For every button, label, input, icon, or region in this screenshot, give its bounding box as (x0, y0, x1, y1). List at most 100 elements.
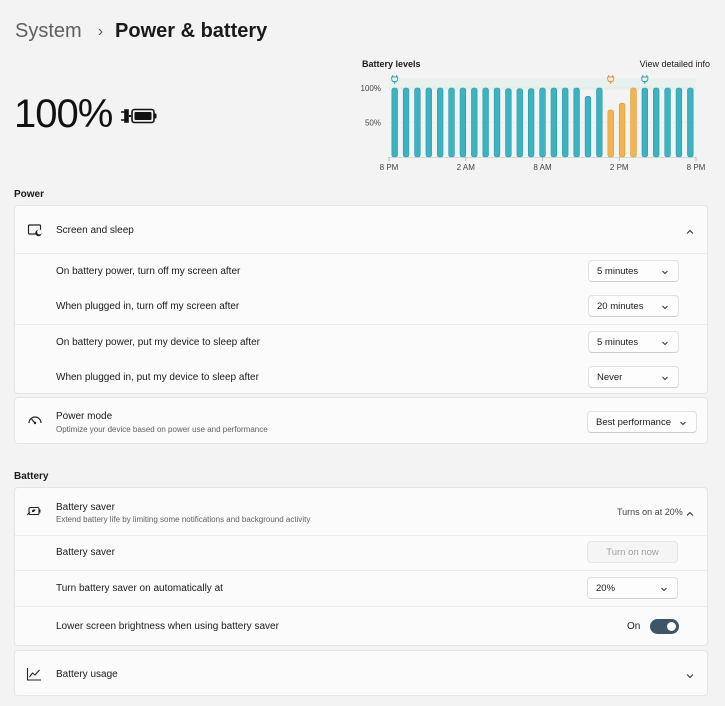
chevron-down-icon (661, 374, 669, 382)
battery-saver-subtitle: Extend battery life by limiting some not… (56, 515, 311, 524)
battery-bar (584, 95, 592, 158)
battery-levels-chart: Battery levels View detailed info 100% 50… (360, 56, 712, 176)
breadcrumb-system[interactable]: System (15, 20, 82, 43)
turn-on-now-button[interactable]: Turn on now (587, 541, 678, 563)
battery-bar (539, 87, 546, 158)
x-tick-label: 2 PM (610, 163, 629, 172)
battery-bar (391, 87, 398, 158)
view-detailed-info-link[interactable]: View detailed info (640, 59, 710, 69)
power-mode-subtitle: Optimize your device based on power use … (56, 425, 268, 434)
battery-usage-title: Battery usage (56, 669, 118, 680)
battery-bar (527, 88, 535, 158)
toggle-knob (667, 622, 676, 631)
dropdown-value: 5 minutes (597, 336, 639, 348)
power-section-title: Power (14, 189, 45, 200)
y-tick-label: 50% (365, 119, 381, 128)
battery-bar (437, 87, 444, 158)
x-tick-label: 8 AM (533, 163, 552, 172)
battery-saver-status: Turns on at 20% (617, 507, 683, 517)
divider (15, 535, 707, 536)
battery-bar (618, 102, 626, 158)
divider (15, 570, 707, 571)
lower-brightness-label: Lower screen brightness when using batte… (56, 621, 279, 632)
battery-bar (505, 88, 512, 158)
chevron-down-icon (660, 585, 668, 593)
dropdown-value: 20 minutes (597, 300, 644, 312)
chevron-down-icon[interactable] (685, 668, 695, 679)
chevron-down-icon (661, 339, 669, 347)
battery-bar (653, 87, 660, 158)
chevron-down-icon (661, 268, 669, 276)
plugged-screen-off-dropdown[interactable]: 20 minutes (588, 295, 679, 317)
screen-and-sleep-title: Screen and sleep (56, 225, 134, 236)
dropdown-value: 5 minutes (597, 265, 639, 277)
power-mode-card: Power mode Optimize your device based on… (14, 397, 708, 444)
battery-bar (550, 87, 558, 158)
battery-bar (562, 87, 569, 158)
battery-bar (630, 87, 637, 158)
battery-bar (493, 87, 501, 158)
battery-section-title: Battery (14, 471, 49, 482)
power-mode-title: Power mode (56, 411, 113, 422)
battery-saver-card: Battery saver Extend battery life by lim… (14, 487, 708, 646)
battery-saver-icon (26, 503, 42, 519)
battery-saver-row-label: Battery saver (56, 547, 115, 558)
screen-and-sleep-header[interactable]: Screen and sleep (15, 206, 707, 253)
battery-bar (607, 109, 614, 158)
battery-bar (414, 87, 421, 158)
plugged-sleep-label: When plugged in, put my device to sleep … (56, 372, 259, 383)
battery-bar (459, 87, 467, 158)
screen-sleep-icon (27, 222, 43, 238)
battery-bar (471, 87, 478, 158)
plugged-screen-off-label: When plugged in, turn off my screen afte… (56, 301, 240, 312)
battery-usage-card[interactable]: Battery usage (14, 650, 708, 696)
chevron-down-icon (679, 419, 687, 427)
battery-bar (516, 88, 523, 158)
chevron-down-icon (661, 303, 669, 311)
line-chart-icon (26, 666, 42, 682)
x-tick-label: 2 AM (457, 163, 476, 172)
battery-sleep-label: On battery power, put my device to sleep… (56, 337, 260, 348)
auto-saver-dropdown[interactable]: 20% (587, 577, 678, 599)
chevron-up-icon[interactable] (685, 224, 695, 234)
dropdown-value: Never (597, 371, 623, 383)
battery-bar (573, 87, 580, 158)
page-title: Power & battery (115, 20, 268, 42)
battery-percentage: 100% (14, 92, 113, 136)
divider (15, 324, 707, 325)
battery-bar (675, 87, 683, 158)
breadcrumb-separator: › (97, 22, 104, 40)
x-tick-label: 8 PM (380, 163, 399, 172)
screen-and-sleep-card: Screen and sleep On battery power, turn … (14, 205, 708, 394)
divider (15, 253, 707, 254)
battery-charging-icon (120, 106, 158, 131)
battery-bar (448, 87, 455, 158)
power-mode-dropdown[interactable]: Best performance (587, 411, 697, 433)
battery-sleep-dropdown[interactable]: 5 minutes (588, 331, 679, 353)
lower-brightness-state: On (627, 621, 641, 632)
battery-bar (596, 87, 603, 158)
y-tick-label: 100% (361, 84, 381, 93)
lower-brightness-toggle[interactable] (650, 619, 679, 634)
battery-bar (687, 87, 694, 158)
gauge-icon (27, 412, 43, 428)
x-tick-label: 8 PM (687, 163, 706, 172)
battery-bar (402, 87, 410, 158)
battery-saver-title: Battery saver (56, 502, 115, 513)
chart-plot: 100% 50% 8 PM 2 AM 8 AM 2 PM 8 PM (361, 75, 706, 172)
breadcrumb: System › Power & battery (15, 20, 267, 43)
battery-bar (425, 87, 432, 158)
divider (15, 606, 707, 607)
dropdown-value: Best performance (596, 416, 671, 428)
dropdown-value: 20% (596, 582, 616, 594)
battery-bar (482, 87, 489, 158)
battery-bar (641, 87, 648, 158)
chevron-up-icon[interactable] (685, 506, 695, 516)
battery-bar (664, 87, 671, 158)
battery-saver-header[interactable]: Battery saver Extend battery life by lim… (15, 488, 707, 535)
chart-title: Battery levels (362, 59, 421, 69)
plugged-sleep-dropdown[interactable]: Never (588, 366, 679, 388)
battery-screen-off-dropdown[interactable]: 5 minutes (588, 260, 679, 282)
auto-saver-label: Turn battery saver on automatically at (56, 583, 223, 594)
battery-screen-off-label: On battery power, turn off my screen aft… (56, 266, 241, 277)
